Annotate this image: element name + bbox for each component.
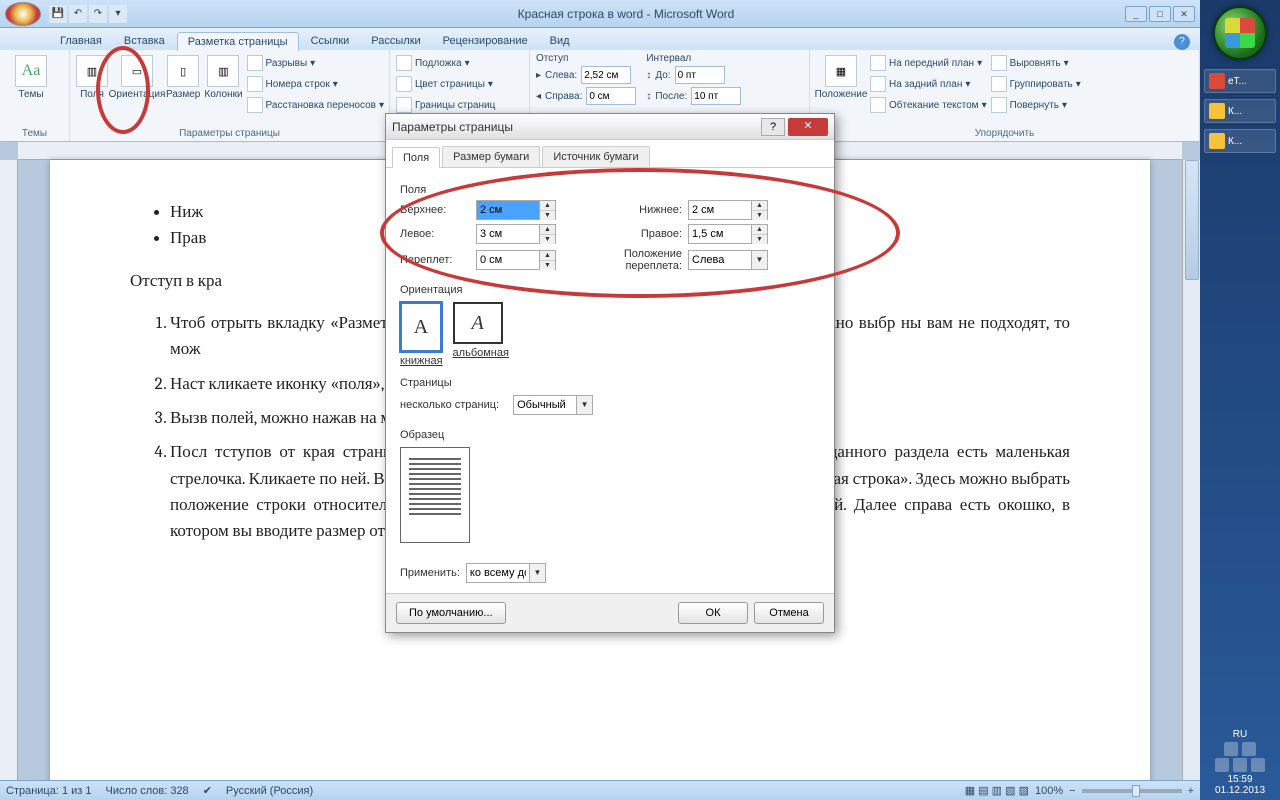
indent-right-input[interactable]: ◂ Справа:: [536, 86, 636, 106]
indent-left-input[interactable]: ▸ Слева:: [536, 65, 636, 85]
tab-page-layout[interactable]: Разметка страницы: [177, 32, 299, 51]
default-button[interactable]: По умолчанию...: [396, 602, 506, 624]
office-button[interactable]: [5, 2, 41, 26]
tab-view[interactable]: Вид: [540, 32, 580, 50]
cancel-button[interactable]: Отмена: [754, 602, 824, 624]
language-indicator[interactable]: RU: [1204, 729, 1276, 740]
orientation-portrait[interactable]: Aкнижная: [400, 302, 443, 367]
dialog-tab-paper[interactable]: Размер бумаги: [442, 146, 540, 167]
taskbar-item[interactable]: К...: [1204, 129, 1276, 153]
spacing-after-input[interactable]: ↕ После:: [646, 86, 741, 106]
dialog-title-bar[interactable]: Параметры страницы ? ✕: [386, 114, 834, 140]
page-count[interactable]: Страница: 1 из 1: [6, 785, 92, 797]
vertical-scrollbar[interactable]: [1182, 160, 1200, 780]
align-button[interactable]: Выровнять ▾: [991, 53, 1081, 73]
zoom-slider[interactable]: [1082, 789, 1182, 793]
preview-sample: [400, 447, 470, 543]
tab-insert[interactable]: Вставка: [114, 32, 175, 50]
group-button[interactable]: Группировать ▾: [991, 74, 1081, 94]
word-count[interactable]: Число слов: 328: [106, 785, 189, 797]
redo-icon[interactable]: ↷: [89, 5, 107, 23]
text-wrap-button[interactable]: Обтекание текстом ▾: [870, 95, 987, 115]
title-bar: 💾 ↶ ↷ ▾ Красная строка в word - Microsof…: [0, 0, 1200, 28]
window-title: Красная строка в word - Microsoft Word: [127, 7, 1125, 21]
line-numbers-button[interactable]: Номера строк ▾: [247, 74, 384, 94]
bring-front-button[interactable]: На передний план ▾: [870, 53, 987, 73]
help-icon[interactable]: ?: [1174, 34, 1190, 50]
apply-to-select[interactable]: ▼: [466, 563, 546, 583]
orientation-button[interactable]: ▭Ориентация: [112, 53, 162, 100]
undo-icon[interactable]: ↶: [69, 5, 87, 23]
tab-review[interactable]: Рецензирование: [433, 32, 538, 50]
size-button[interactable]: ▯Размер: [166, 53, 200, 100]
clock-time: 15:59: [1204, 774, 1276, 785]
zoom-level[interactable]: 100%: [1035, 785, 1063, 797]
ribbon-tabs: Главная Вставка Разметка страницы Ссылки…: [0, 28, 1200, 50]
gutter-position-select[interactable]: ▼: [688, 250, 778, 270]
breaks-button[interactable]: Разрывы ▾: [247, 53, 384, 73]
margins-button[interactable]: ▥Поля: [76, 53, 108, 100]
page-borders-button[interactable]: Границы страниц: [396, 95, 495, 115]
qat-dropdown-icon[interactable]: ▾: [109, 5, 127, 23]
watermark-button[interactable]: Подложка ▾: [396, 53, 495, 73]
language-status[interactable]: Русский (Россия): [226, 785, 313, 797]
taskbar-item[interactable]: eT...: [1204, 69, 1276, 93]
close-button[interactable]: ✕: [1173, 6, 1195, 22]
taskbar-item[interactable]: К...: [1204, 99, 1276, 123]
dialog-tab-margins[interactable]: Поля: [392, 147, 440, 168]
rotate-button[interactable]: Повернуть ▾: [991, 95, 1081, 115]
windows-taskbar: eT... К... К... RU 15:59 01.12.2013: [1200, 0, 1280, 800]
margin-right-input[interactable]: ▲▼: [688, 224, 778, 244]
status-bar: Страница: 1 из 1 Число слов: 328 ✔ Русск…: [0, 780, 1200, 800]
tab-mailings[interactable]: Рассылки: [361, 32, 430, 50]
themes-button[interactable]: Aa Темы: [6, 53, 56, 100]
ok-button[interactable]: ОК: [678, 602, 748, 624]
spellcheck-icon[interactable]: ✔: [203, 784, 212, 797]
quick-access-toolbar: 💾 ↶ ↷ ▾: [49, 5, 127, 23]
multiple-pages-select[interactable]: ▼: [513, 395, 593, 415]
clock-date: 01.12.2013: [1204, 785, 1276, 796]
gutter-input[interactable]: ▲▼: [476, 250, 566, 270]
dialog-close-button[interactable]: ✕: [788, 118, 828, 136]
start-button[interactable]: [1213, 6, 1267, 60]
vertical-ruler[interactable]: [0, 160, 18, 780]
margin-left-input[interactable]: ▲▼: [476, 224, 566, 244]
page-color-button[interactable]: Цвет страницы ▾: [396, 74, 495, 94]
save-icon[interactable]: 💾: [49, 5, 67, 23]
tab-references[interactable]: Ссылки: [301, 32, 360, 50]
margin-top-input[interactable]: ▲▼: [476, 200, 566, 220]
system-tray[interactable]: RU 15:59 01.12.2013: [1200, 725, 1280, 800]
send-back-button[interactable]: На задний план ▾: [870, 74, 987, 94]
dialog-help-button[interactable]: ?: [761, 118, 785, 136]
page-setup-dialog: Параметры страницы ? ✕ Поля Размер бумаг…: [385, 113, 835, 633]
tab-home[interactable]: Главная: [50, 32, 112, 50]
columns-button[interactable]: ▥Колонки: [204, 53, 242, 100]
hyphenation-button[interactable]: Расстановка переносов ▾: [247, 95, 384, 115]
minimize-button[interactable]: _: [1125, 6, 1147, 22]
view-buttons[interactable]: ▦ ▤ ▥ ▧ ▨: [965, 784, 1029, 797]
position-button[interactable]: ▦Положение: [816, 53, 866, 100]
dialog-tab-source[interactable]: Источник бумаги: [542, 146, 649, 167]
margin-bottom-input[interactable]: ▲▼: [688, 200, 778, 220]
spacing-before-input[interactable]: ↕ До:: [646, 65, 741, 85]
maximize-button[interactable]: □: [1149, 6, 1171, 22]
orientation-landscape[interactable]: Aальбомная: [453, 302, 509, 367]
